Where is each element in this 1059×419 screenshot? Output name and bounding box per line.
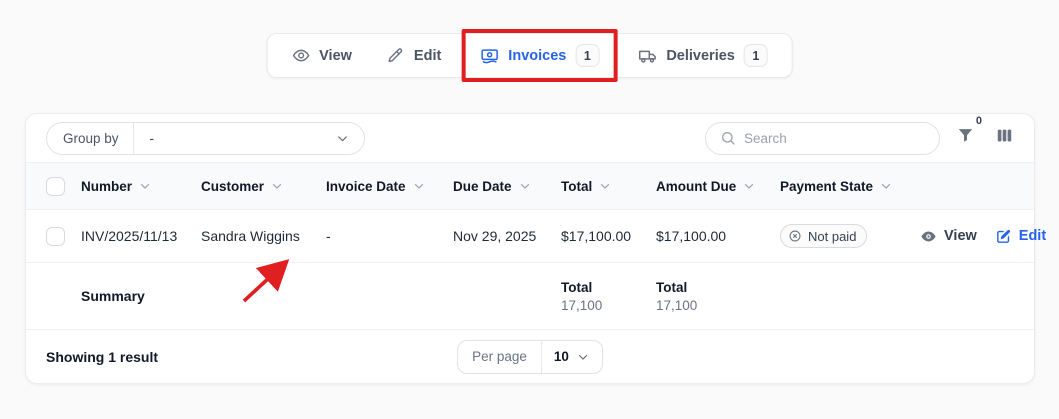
invoices-highlight-box: Invoices 1 — [461, 29, 618, 82]
pencil-icon — [386, 46, 405, 65]
group-by-label: Group by — [47, 122, 134, 154]
column-header-due-date[interactable]: Due Date — [453, 179, 561, 194]
summary-amount-due: Total 17,100 — [656, 279, 698, 313]
search-box[interactable] — [705, 121, 940, 155]
sort-chevron-icon — [598, 179, 612, 193]
column-header-number[interactable]: Number — [81, 179, 201, 194]
tab-view[interactable]: View — [291, 33, 352, 78]
tab-view-label: View — [319, 47, 352, 64]
sort-chevron-icon — [879, 179, 893, 193]
invoices-table-card: Group by - 0 — [25, 113, 1046, 384]
group-by-value: - — [149, 130, 155, 146]
table-header-row: Number Customer Invoice Date Due Date To… — [26, 163, 1034, 210]
invoices-count-badge: 1 — [575, 44, 600, 67]
sort-chevron-icon — [270, 179, 284, 193]
record-toolbar: View Edit Invoices 1 Deliveries 1 — [266, 29, 793, 82]
per-page-select[interactable]: 10 — [542, 349, 602, 364]
column-header-invoice-date[interactable]: Invoice Date — [326, 179, 453, 194]
tab-deliveries[interactable]: Deliveries 1 — [637, 33, 768, 78]
per-page-control[interactable]: Per page 10 — [457, 339, 603, 374]
summary-total: Total 17,100 — [561, 279, 603, 313]
cell-number: INV/2025/11/13 — [81, 228, 178, 244]
cell-customer: Sandra Wiggins — [201, 228, 300, 244]
chevron-down-icon — [335, 131, 350, 146]
per-page-value: 10 — [553, 349, 569, 364]
funnel-icon — [956, 126, 975, 145]
search-input[interactable] — [744, 130, 925, 146]
banknote-icon — [479, 46, 499, 66]
column-header-customer[interactable]: Customer — [201, 179, 326, 194]
summary-row: Summary Total 17,100 Total 17,100 — [26, 263, 1034, 330]
deliveries-count-badge: 1 — [743, 44, 768, 67]
chevron-down-icon — [576, 350, 590, 364]
row-actions: View Edit — [920, 228, 1059, 245]
results-count-text: Showing 1 result — [46, 348, 159, 365]
cell-amount-due: $17,100.00 — [656, 228, 727, 244]
tab-deliveries-label: Deliveries — [666, 47, 735, 64]
table-controls-right: 0 — [705, 115, 1014, 155]
status-badge-not-paid: Not paid — [780, 224, 868, 248]
group-by-control[interactable]: Group by - — [46, 121, 365, 155]
tab-edit-label: Edit — [413, 47, 442, 64]
eye-icon — [291, 46, 310, 65]
row-view-button[interactable]: View — [920, 228, 977, 245]
columns-button[interactable] — [995, 126, 1014, 150]
filter-button[interactable]: 0 — [956, 115, 982, 150]
circle-x-icon — [788, 229, 802, 243]
table-controls: Group by - 0 — [26, 114, 1034, 163]
tab-invoices[interactable]: Invoices 1 — [479, 33, 600, 78]
edit-square-icon — [995, 228, 1012, 245]
row-edit-button[interactable]: Edit — [995, 228, 1046, 245]
sort-chevron-icon — [138, 179, 152, 193]
filter-count-badge: 0 — [975, 115, 982, 127]
sort-chevron-icon — [742, 179, 756, 193]
eye-filled-icon — [920, 228, 937, 245]
cell-invoice-date: - — [326, 228, 331, 244]
cell-due-date: Nov 29, 2025 — [453, 228, 537, 244]
table-footer: Showing 1 result Per page 10 — [26, 330, 1034, 383]
column-header-total[interactable]: Total — [561, 179, 656, 194]
columns-icon — [995, 126, 1014, 145]
cell-payment-state: Not paid — [780, 224, 920, 248]
search-icon — [720, 130, 736, 146]
column-header-payment-state[interactable]: Payment State — [780, 179, 920, 194]
cell-total: $17,100.00 — [561, 228, 632, 244]
select-all-checkbox[interactable] — [46, 176, 65, 196]
table-row: INV/2025/11/13 Sandra Wiggins - Nov 29, … — [26, 210, 1046, 263]
sort-chevron-icon — [412, 179, 426, 193]
sort-chevron-icon — [518, 179, 532, 193]
tab-invoices-label: Invoices — [508, 47, 567, 64]
row-checkbox[interactable] — [46, 226, 65, 246]
group-by-select[interactable]: - — [134, 131, 364, 146]
summary-label: Summary — [81, 288, 145, 304]
per-page-label: Per page — [458, 340, 542, 373]
column-header-amount-due[interactable]: Amount Due — [656, 179, 780, 194]
tab-edit[interactable]: Edit — [386, 33, 441, 78]
truck-icon — [637, 46, 657, 66]
